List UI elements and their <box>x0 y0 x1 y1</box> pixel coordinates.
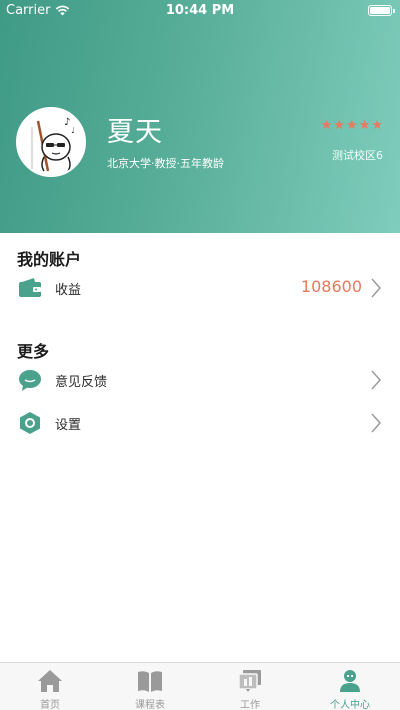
settings-label: 设置 <box>55 418 82 433</box>
profile-subtitle: 北京大学·教授·五年教龄 <box>107 157 224 170</box>
status-bar: Carrier 10:44 PM <box>0 0 400 22</box>
chat-bubble-icon <box>19 370 41 391</box>
svg-text:♩: ♩ <box>71 126 75 135</box>
clock: 10:44 PM <box>165 3 235 18</box>
svg-text:♪: ♪ <box>64 117 70 128</box>
earnings-row[interactable]: 收益 108600 <box>0 268 400 308</box>
earnings-value: 108600 <box>300 277 362 296</box>
tab-work[interactable]: 工作 <box>200 663 300 710</box>
tab-profile-label: 个人中心 <box>330 700 370 710</box>
battery-icon <box>368 5 395 16</box>
wallet-icon <box>19 278 41 297</box>
person-icon <box>340 670 360 692</box>
earnings-label: 收益 <box>55 283 82 298</box>
work-icon <box>238 670 261 692</box>
feedback-row[interactable]: 意见反馈 <box>0 360 400 400</box>
avatar[interactable]: ♪ ♩ <box>16 107 86 177</box>
campus-label: 测试校区6 <box>332 149 383 162</box>
home-icon <box>38 670 62 692</box>
cartoon-avatar-icon: ♪ ♩ <box>18 109 84 175</box>
tab-schedule-label: 课程表 <box>135 700 165 710</box>
star-icon: ★ <box>358 118 371 133</box>
tab-profile[interactable]: 个人中心 <box>300 663 400 710</box>
star-icon: ★ <box>346 118 358 133</box>
tab-bar: 首页 课程表 工作 个人中心 <box>0 662 400 710</box>
star-icon: ★ <box>371 118 383 133</box>
settings-row[interactable]: 设置 <box>0 403 400 443</box>
book-icon <box>138 671 162 692</box>
account-section-title: 我的账户 <box>17 250 82 269</box>
profile-header: Carrier 10:44 PM ♪ ♩ 夏天 北京大学·教授·五年教龄 ★ ★… <box>0 0 400 233</box>
tab-home[interactable]: 首页 <box>0 663 100 710</box>
profile-name: 夏天 <box>107 117 163 148</box>
more-section-title: 更多 <box>17 342 50 361</box>
chevron-right-icon <box>371 278 382 298</box>
feedback-label: 意见反馈 <box>55 375 108 390</box>
chevron-right-icon <box>371 370 382 390</box>
rating-stars: ★ ★ ★ ★ ★ <box>321 119 383 132</box>
chevron-right-icon <box>371 413 382 433</box>
star-icon: ★ <box>320 118 333 133</box>
settings-hexagon-icon <box>20 412 40 434</box>
star-icon: ★ <box>333 118 346 133</box>
tab-schedule[interactable]: 课程表 <box>100 663 200 710</box>
tab-home-label: 首页 <box>40 700 60 710</box>
tab-work-label: 工作 <box>240 700 260 710</box>
